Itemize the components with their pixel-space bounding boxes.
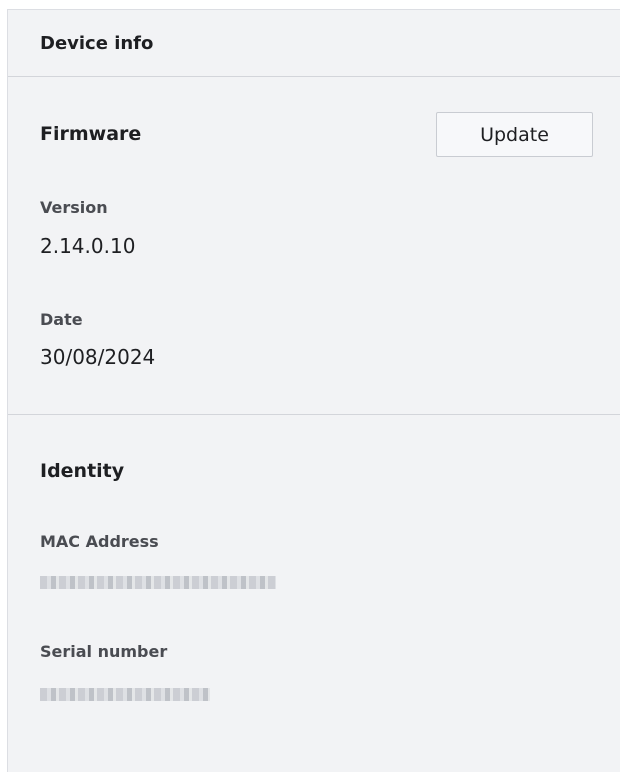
serial-number-label: Serial number (40, 642, 168, 661)
panel-title: Device info (40, 32, 154, 54)
mac-address-label: MAC Address (40, 532, 159, 551)
version-label: Version (40, 198, 108, 217)
identity-section-title: Identity (40, 460, 125, 482)
date-label: Date (40, 310, 83, 329)
update-button[interactable]: Update (436, 112, 593, 157)
version-value: 2.14.0.10 (40, 234, 136, 258)
serial-number-value-redacted (40, 688, 210, 701)
date-value: 30/08/2024 (40, 345, 156, 369)
firmware-section-title: Firmware (40, 123, 142, 145)
mac-address-value-redacted (40, 576, 276, 589)
panel-header: Device info (8, 10, 620, 77)
firmware-section: Firmware Update Version 2.14.0.10 Date 3… (8, 77, 620, 415)
device-info-panel: Device info Firmware Update Version 2.14… (7, 9, 620, 772)
